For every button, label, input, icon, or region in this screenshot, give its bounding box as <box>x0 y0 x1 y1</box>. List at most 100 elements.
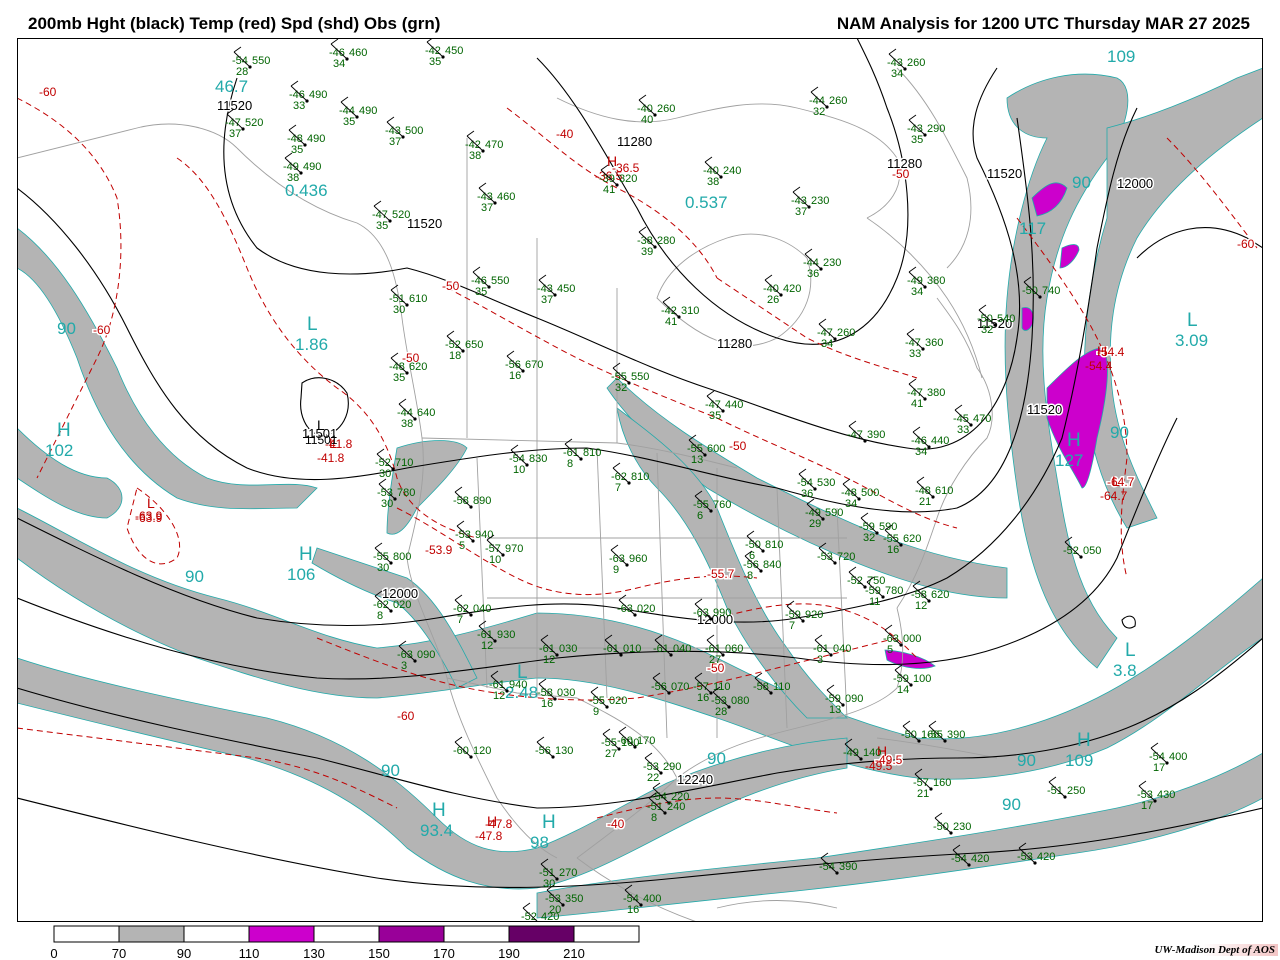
obs-dewpoint-depression: 17 <box>1141 800 1153 812</box>
colorbar-cell <box>573 925 640 943</box>
pressure-center-value: 98 <box>530 833 549 852</box>
pressure-center-letter: L <box>1125 640 1136 661</box>
obs-height: 520 <box>245 117 263 129</box>
colorbar-tick-label: 110 <box>239 946 260 960</box>
obs-temp: -60 <box>453 745 469 757</box>
obs-dewpoint-depression: 13 <box>829 704 841 716</box>
obs-dewpoint-depression: 14 <box>897 684 909 696</box>
colorbar-tick-label: 0 <box>50 946 57 960</box>
height-contour-label: 12000 <box>1117 176 1153 191</box>
credit-label: UW-Madison Dept of AOS <box>1151 944 1278 956</box>
obs-height: 350 <box>565 893 583 905</box>
obs-height: 940 <box>509 679 527 691</box>
obs-height: 360 <box>925 337 943 349</box>
obs-height: 160 <box>921 729 939 741</box>
obs-dewpoint-depression: 7 <box>615 482 621 494</box>
obs-dewpoint-depression: 34 <box>821 338 833 350</box>
obs-temp: -61 <box>653 643 669 655</box>
obs-height: 610 <box>935 485 953 497</box>
obs-height: 140 <box>863 747 881 759</box>
obs-dewpoint-depression: 3 <box>401 660 407 672</box>
obs-height: 040 <box>833 643 851 655</box>
obs-height: 040 <box>473 603 491 615</box>
pressure-center-letter: H <box>299 544 313 565</box>
speed-label: 90 <box>1002 795 1021 814</box>
obs-dewpoint-depression: 29 <box>809 518 821 530</box>
pressure-center-letter: H <box>1077 730 1091 751</box>
obs-dewpoint-depression: 11 <box>869 596 880 608</box>
obs-dewpoint-depression: 26 <box>767 294 779 306</box>
obs-dewpoint-depression: 35 <box>291 144 303 156</box>
colorbar-tick-label: 210 <box>563 946 585 960</box>
temp-contour-label: -50 <box>442 279 460 293</box>
obs-dewpoint-depression: 39 <box>641 246 653 258</box>
obs-height: 440 <box>931 435 949 447</box>
obs-height: 320 <box>619 173 637 185</box>
obs-height: 450 <box>445 45 463 57</box>
obs-temp: -61 <box>603 643 619 655</box>
speed-label: 90 <box>1072 173 1091 192</box>
obs-dewpoint-depression: 38 <box>287 172 299 184</box>
obs-temp: -54 <box>951 853 967 865</box>
obs-height: 290 <box>927 123 945 135</box>
obs-height: 640 <box>417 407 435 419</box>
obs-temp: -50 <box>901 729 917 741</box>
obs-dewpoint-depression: 21 <box>917 788 929 800</box>
pressure-center-value: 127 <box>1055 451 1083 470</box>
colorbar-tick-label: 190 <box>498 946 520 960</box>
obs-height: 450 <box>557 283 575 295</box>
obs-height: 620 <box>409 361 427 373</box>
obs-dewpoint-depression: 38 <box>401 418 413 430</box>
obs-dewpoint-depression: 5 <box>459 540 465 552</box>
obs-height: 470 <box>973 413 991 425</box>
obs-dewpoint-depression: 41 <box>665 316 677 328</box>
speed-label: 90 <box>185 567 204 586</box>
obs-height: 830 <box>529 453 547 465</box>
obs-height: 170 <box>637 735 655 747</box>
colorbar-tick-label: 150 <box>368 946 390 960</box>
obs-dewpoint-depression: 41 <box>911 398 923 410</box>
obs-dewpoint-depression: 12 <box>543 654 555 666</box>
obs-dewpoint-depression: 36 <box>807 268 819 280</box>
pressure-center-value: 1.86 <box>295 335 328 354</box>
temp-contour-label: -60 <box>1237 237 1255 251</box>
obs-temp: -60 <box>617 735 633 747</box>
obs-dewpoint-depression: 37 <box>229 128 241 140</box>
speed-label: 90 <box>381 761 400 780</box>
pressure-center-letter: H <box>1067 430 1081 451</box>
obs-dewpoint-depression: 33 <box>957 424 969 436</box>
pressure-center-value: 109 <box>1065 751 1093 770</box>
obs-height: 810 <box>583 447 601 459</box>
obs-height: 490 <box>303 161 321 173</box>
obs-height: 240 <box>723 165 741 177</box>
temp-contour-label: -60 <box>397 709 415 723</box>
temp-contour-label: -60 <box>93 323 111 337</box>
obs-height: 530 <box>817 477 835 489</box>
obs-height: 000 <box>903 633 921 645</box>
obs-dewpoint-depression: 10 <box>489 554 501 566</box>
obs-dewpoint-depression: 37 <box>389 136 401 148</box>
obs-temp: -51 <box>1047 785 1063 797</box>
pressure-center-letter: H <box>542 812 556 833</box>
obs-dewpoint-depression: 22 <box>647 772 659 784</box>
obs-height: 230 <box>811 195 829 207</box>
obs-dewpoint-depression: 3 <box>817 654 823 666</box>
obs-height: 990 <box>713 607 731 619</box>
obs-dewpoint-depression: 33 <box>293 100 305 112</box>
obs-height: 620 <box>903 533 921 545</box>
obs-temp: -47 <box>847 429 863 441</box>
colorbar-cell <box>248 925 315 943</box>
obs-dewpoint-depression: 8 <box>651 812 657 824</box>
pressure-center-letter: L <box>1112 473 1120 489</box>
colorbar-tick-label: 130 <box>303 946 325 960</box>
obs-height: 500 <box>405 125 423 137</box>
analysis-time: NAM Analysis for 1200 UTC Thursday MAR 2… <box>836 14 1250 33</box>
pressure-center-letter: H <box>432 800 446 821</box>
pressure-center-value: 102 <box>45 441 73 460</box>
colorbar-cell <box>118 925 185 943</box>
obs-height: 940 <box>475 529 493 541</box>
colorbar-cell <box>508 925 575 943</box>
obs-height: 740 <box>1042 285 1060 297</box>
obs-height: 610 <box>409 293 427 305</box>
obs-dewpoint-depression: 30 <box>381 498 393 510</box>
